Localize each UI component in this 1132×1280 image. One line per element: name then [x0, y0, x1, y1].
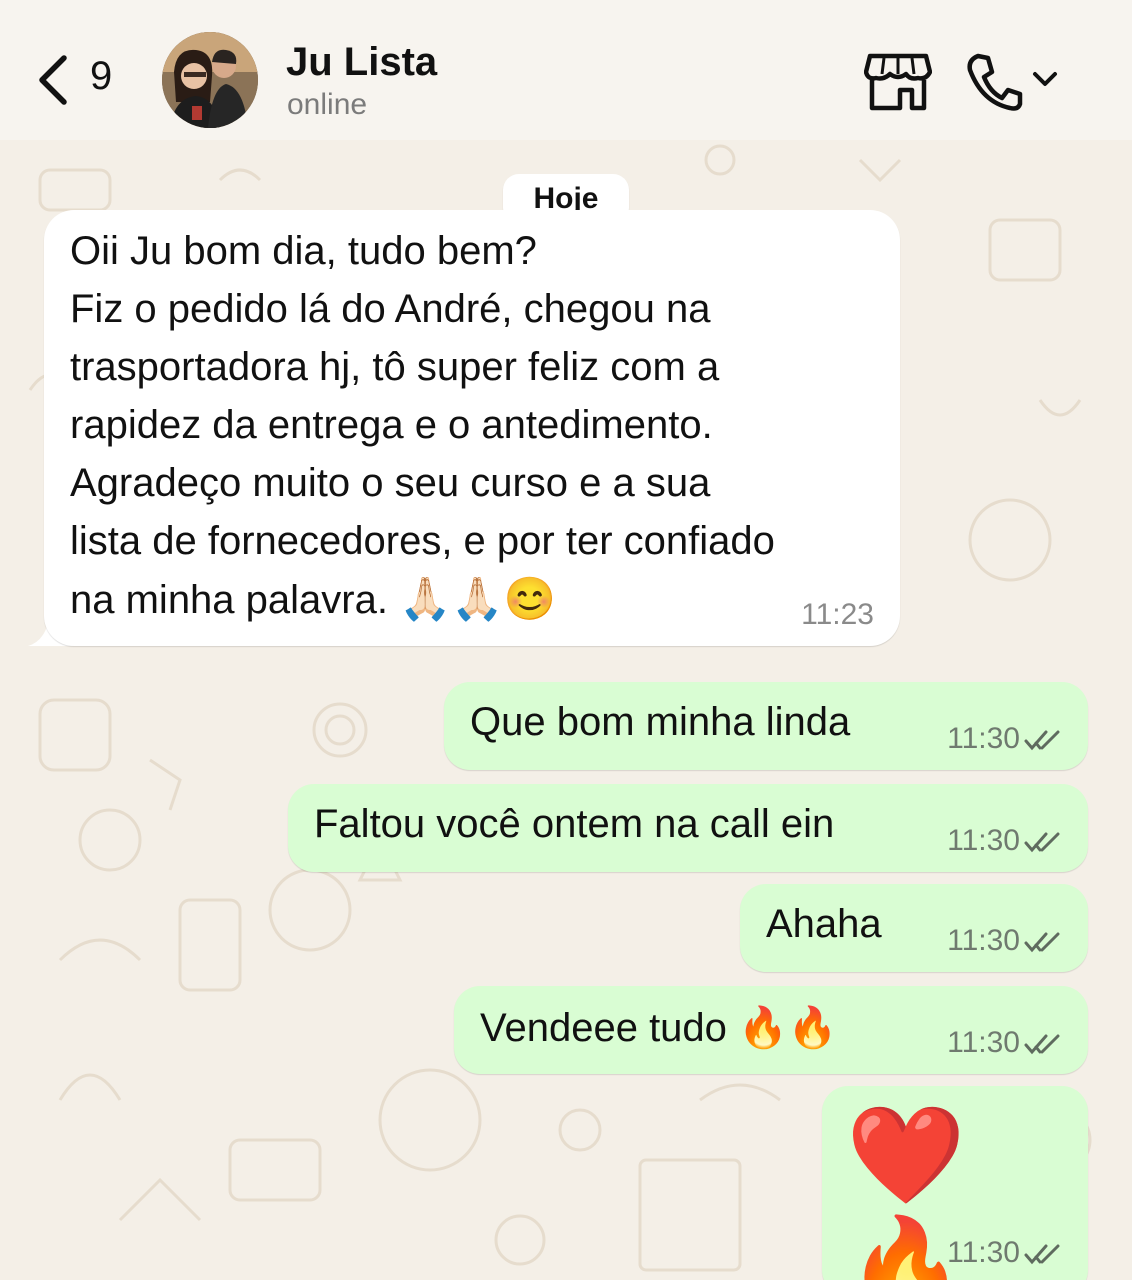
- message-time: 11:23: [801, 598, 874, 631]
- message-time: 11:30: [947, 1026, 1020, 1059]
- message-line: Agradeço muito o seu curso e a sua: [70, 461, 711, 505]
- message-meta: 11:30: [947, 824, 1064, 858]
- message-text: Que bom minha linda: [470, 700, 851, 744]
- double-check-icon: [1024, 932, 1060, 953]
- store-icon[interactable]: [864, 52, 932, 112]
- outgoing-message[interactable]: ❤️ 🔥 11:30: [822, 1086, 1088, 1280]
- message-emojis: 🙏🏻🙏🏻😊: [399, 575, 556, 622]
- contact-name[interactable]: Ju Lista: [286, 40, 437, 85]
- message-meta: 11:30: [947, 924, 1064, 958]
- chevron-left-icon[interactable]: [28, 50, 88, 110]
- message-line: trasportadora hj, tô super feliz com a: [70, 345, 720, 389]
- chevron-down-icon[interactable]: [1030, 68, 1060, 92]
- incoming-message[interactable]: Oii Ju bom dia, tudo bem? Fiz o pedido l…: [44, 210, 900, 646]
- contact-status: online: [287, 88, 368, 121]
- message-time: 11:30: [947, 1236, 1020, 1269]
- unread-count[interactable]: 9: [90, 54, 112, 99]
- chat-header: 9 Ju Lista online: [0, 0, 1132, 140]
- message-text: Faltou você ontem na call ein: [314, 802, 835, 846]
- message-text: Ahaha: [766, 902, 882, 946]
- outgoing-message[interactable]: Ahaha 11:30: [740, 884, 1088, 972]
- message-time: 11:30: [947, 924, 1020, 957]
- message-line: rapidez da entrega e o antedimento.: [70, 403, 713, 447]
- message-time: 11:30: [947, 722, 1020, 755]
- phone-icon[interactable]: [964, 52, 1024, 112]
- double-check-icon: [1024, 1034, 1060, 1055]
- message-line: na minha palavra. 🙏🏻🙏🏻😊: [70, 570, 556, 629]
- message-meta: 11:30: [947, 1026, 1064, 1060]
- message-line-text: na minha palavra.: [70, 578, 388, 622]
- message-text: Vendeee tudo 🔥🔥: [480, 1006, 838, 1050]
- message-meta: 11:30: [947, 722, 1064, 756]
- outgoing-message[interactable]: Vendeee tudo 🔥🔥 11:30: [454, 986, 1088, 1074]
- chat-area[interactable]: Hoje Oii Ju bom dia, tudo bem? Fiz o ped…: [0, 140, 1132, 1280]
- double-check-icon: [1024, 730, 1060, 751]
- avatar[interactable]: [162, 32, 258, 128]
- message-line: Oii Ju bom dia, tudo bem?: [70, 229, 537, 273]
- double-check-icon: [1024, 832, 1060, 853]
- message-meta: 11:30: [947, 1236, 1064, 1270]
- message-time: 11:30: [947, 824, 1020, 857]
- message-line: Fiz o pedido lá do André, chegou na: [70, 287, 711, 331]
- message-line: lista de fornecedores, e por ter confiad…: [70, 519, 775, 563]
- double-check-icon: [1024, 1244, 1060, 1265]
- outgoing-message[interactable]: Que bom minha linda 11:30: [444, 682, 1088, 770]
- outgoing-message[interactable]: Faltou você ontem na call ein 11:30: [288, 784, 1088, 872]
